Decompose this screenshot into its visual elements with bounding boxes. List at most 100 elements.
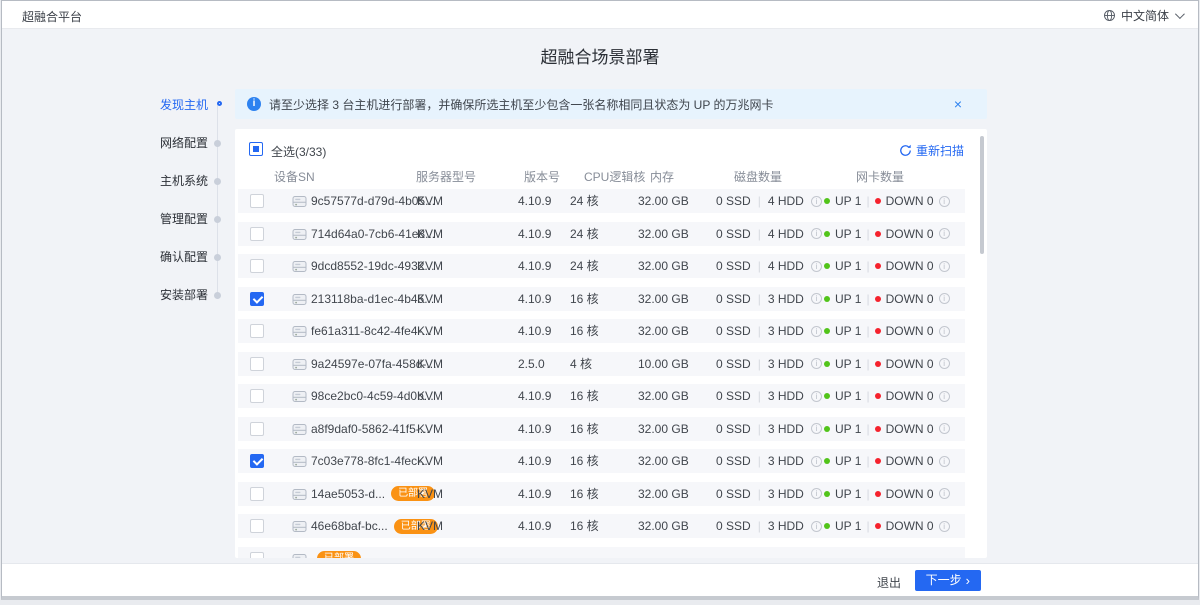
host-icon — [292, 553, 307, 559]
info-icon[interactable] — [939, 521, 950, 532]
info-icon: i — [247, 97, 261, 111]
table-row[interactable]: 98ce2bc0-4c59-4d0b... KVM 4.10.9 16 核 32… — [238, 384, 965, 408]
step-item-4[interactable]: 管理配置 — [122, 211, 226, 227]
step-item-2[interactable]: 网络配置 — [122, 135, 226, 151]
table-row[interactable]: a8f9daf0-5862-41f5-... KVM 4.10.9 16 核 3… — [238, 417, 965, 441]
info-icon[interactable] — [811, 391, 822, 402]
info-icon[interactable] — [811, 488, 822, 499]
step-dot-icon — [214, 140, 221, 147]
info-icon[interactable] — [811, 293, 822, 304]
app-title: 超融合平台 — [22, 8, 82, 25]
table-row[interactable]: 714d64a0-7cb6-41e8... KVM 4.10.9 24 核 32… — [238, 222, 965, 246]
table-row[interactable]: fe61a311-8c42-4fe4-... KVM 4.10.9 16 核 3… — [238, 319, 965, 343]
info-icon[interactable] — [939, 423, 950, 434]
ssd-count: 0 SSD — [716, 222, 751, 246]
next-button[interactable]: 下一步 › — [915, 570, 981, 591]
scrollbar-thumb[interactable] — [980, 136, 984, 254]
row-checkbox[interactable] — [250, 259, 264, 273]
step-dot-icon — [217, 101, 222, 106]
exit-button[interactable]: 退出 — [877, 574, 901, 591]
step-item-3[interactable]: 主机系统 — [122, 173, 226, 189]
row-checkbox[interactable] — [250, 519, 264, 533]
info-icon[interactable] — [939, 488, 950, 499]
info-icon[interactable] — [811, 196, 822, 207]
down-status-dot — [875, 523, 881, 529]
globe-icon — [1103, 9, 1116, 22]
separator: | — [758, 222, 761, 246]
banner-close-icon[interactable]: × — [954, 95, 962, 113]
cpu-cores: 16 核 — [570, 417, 599, 441]
info-icon[interactable] — [939, 261, 950, 272]
table-row[interactable]: 213118ba-d1ec-4b45... KVM 4.10.9 16 核 32… — [238, 287, 965, 311]
info-icon[interactable] — [811, 326, 822, 337]
info-icon[interactable] — [811, 423, 822, 434]
row-checkbox[interactable] — [250, 292, 264, 306]
table-row[interactable]: 已部署 | | — [238, 547, 965, 559]
deployed-badge: 已部署 — [317, 551, 361, 558]
host-icon — [292, 423, 307, 436]
select-all-checkbox[interactable] — [249, 142, 263, 156]
row-checkbox[interactable] — [250, 194, 264, 208]
info-icon[interactable] — [939, 228, 950, 239]
table-row[interactable]: 7c03e778-8fc1-4fec-... KVM 4.10.9 16 核 3… — [238, 449, 965, 473]
step-item-5[interactable]: 确认配置 — [122, 249, 226, 265]
hdd-count: 3 HDD — [768, 384, 804, 408]
row-checkbox[interactable] — [250, 357, 264, 371]
column-header-nics: 网卡数量 — [856, 168, 904, 185]
disk-info: 0 SSD | 3 HDD — [716, 417, 822, 441]
step-label: 管理配置 — [160, 212, 208, 226]
info-icon[interactable] — [939, 391, 950, 402]
row-checkbox[interactable] — [250, 454, 264, 468]
disk-info: 0 SSD | 3 HDD — [716, 352, 822, 376]
nic-status: UP 1 | DOWN 0 — [824, 449, 950, 473]
info-icon[interactable] — [939, 326, 950, 337]
device-sn: 14ae5053-d... — [311, 482, 385, 506]
row-checkbox[interactable] — [250, 324, 264, 338]
step-item-1[interactable]: 发现主机 — [122, 97, 226, 113]
memory: 32.00 GB — [638, 222, 689, 246]
separator: | — [866, 417, 869, 441]
info-icon[interactable] — [811, 521, 822, 532]
rescan-button[interactable]: 重新扫描 — [899, 142, 964, 159]
table-row[interactable]: 46e68baf-bc... 已部署 KVM 4.10.9 16 核 32.00… — [238, 514, 965, 538]
info-icon[interactable] — [939, 358, 950, 369]
table-row[interactable]: 14ae5053-d... 已部署 KVM 4.10.9 16 核 32.00 … — [238, 482, 965, 506]
column-header-sn: 设备SN — [274, 168, 315, 185]
version: 2.5.0 — [518, 352, 545, 376]
disk-info: 0 SSD | 3 HDD — [716, 514, 822, 538]
table-row[interactable]: 9a24597e-07fa-458d-... KVM 2.5.0 4 核 10.… — [238, 352, 965, 376]
column-header-cpu: CPU逻辑核 — [584, 168, 645, 185]
step-dot-icon — [214, 254, 221, 261]
row-checkbox[interactable] — [250, 422, 264, 436]
step-item-6[interactable]: 安装部署 — [122, 287, 226, 303]
disk-info: 0 SSD | 4 HDD — [716, 189, 822, 213]
nic-up-count: UP 1 — [835, 482, 861, 506]
info-icon[interactable] — [811, 228, 822, 239]
info-icon[interactable] — [811, 456, 822, 467]
version: 4.10.9 — [518, 222, 551, 246]
table-row[interactable]: 9dcd8552-19dc-4932... KVM 4.10.9 24 核 32… — [238, 254, 965, 278]
host-icon — [292, 455, 307, 468]
server-model: KVM — [417, 189, 443, 213]
row-checkbox[interactable] — [250, 227, 264, 241]
info-icon[interactable] — [939, 293, 950, 304]
version: 4.10.9 — [518, 417, 551, 441]
info-icon[interactable] — [811, 261, 822, 272]
step-dot-icon — [214, 216, 221, 223]
disk-info: 0 SSD | 3 HDD — [716, 384, 822, 408]
language-switcher[interactable]: 中文简体 — [1103, 7, 1182, 24]
host-icon — [292, 325, 307, 338]
info-icon[interactable] — [939, 456, 950, 467]
nic-status: UP 1 | DOWN 0 — [824, 417, 950, 441]
row-checkbox[interactable] — [250, 487, 264, 501]
down-status-dot — [875, 263, 881, 269]
separator: | — [866, 189, 869, 213]
row-checkbox[interactable] — [250, 389, 264, 403]
separator: | — [866, 514, 869, 538]
info-icon[interactable] — [811, 358, 822, 369]
separator: | — [866, 449, 869, 473]
row-checkbox[interactable] — [250, 552, 264, 559]
server-model: KVM — [417, 287, 443, 311]
info-icon[interactable] — [939, 196, 950, 207]
table-row[interactable]: 9c57577d-d79d-4b05... KVM 4.10.9 24 核 32… — [238, 189, 965, 213]
